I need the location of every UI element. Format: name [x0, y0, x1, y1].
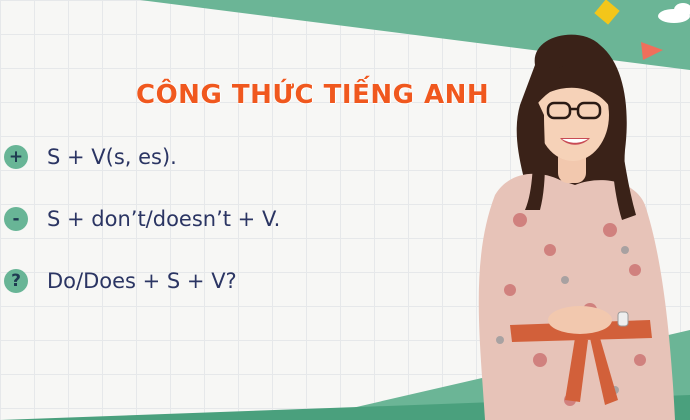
formula-negative: S + don’t/doesn’t + V. — [47, 207, 281, 231]
formula-row-question: ? Do/Does + S + V? — [0, 269, 237, 293]
question-icon: ? — [4, 269, 28, 293]
minus-icon: - — [4, 207, 28, 231]
formula-positive: S + V(s, es). — [47, 145, 177, 169]
plus-icon: + — [4, 145, 28, 169]
page-title: CÔNG THỨC TIẾNG ANH — [136, 80, 490, 110]
slide-background: CÔNG THỨC TIẾNG ANH + S + V(s, es). - S … — [0, 0, 690, 420]
formula-question: Do/Does + S + V? — [47, 269, 237, 293]
formula-row-positive: + S + V(s, es). — [0, 145, 177, 169]
formula-row-negative: - S + don’t/doesn’t + V. — [0, 207, 280, 231]
presenter-image — [478, 34, 675, 420]
